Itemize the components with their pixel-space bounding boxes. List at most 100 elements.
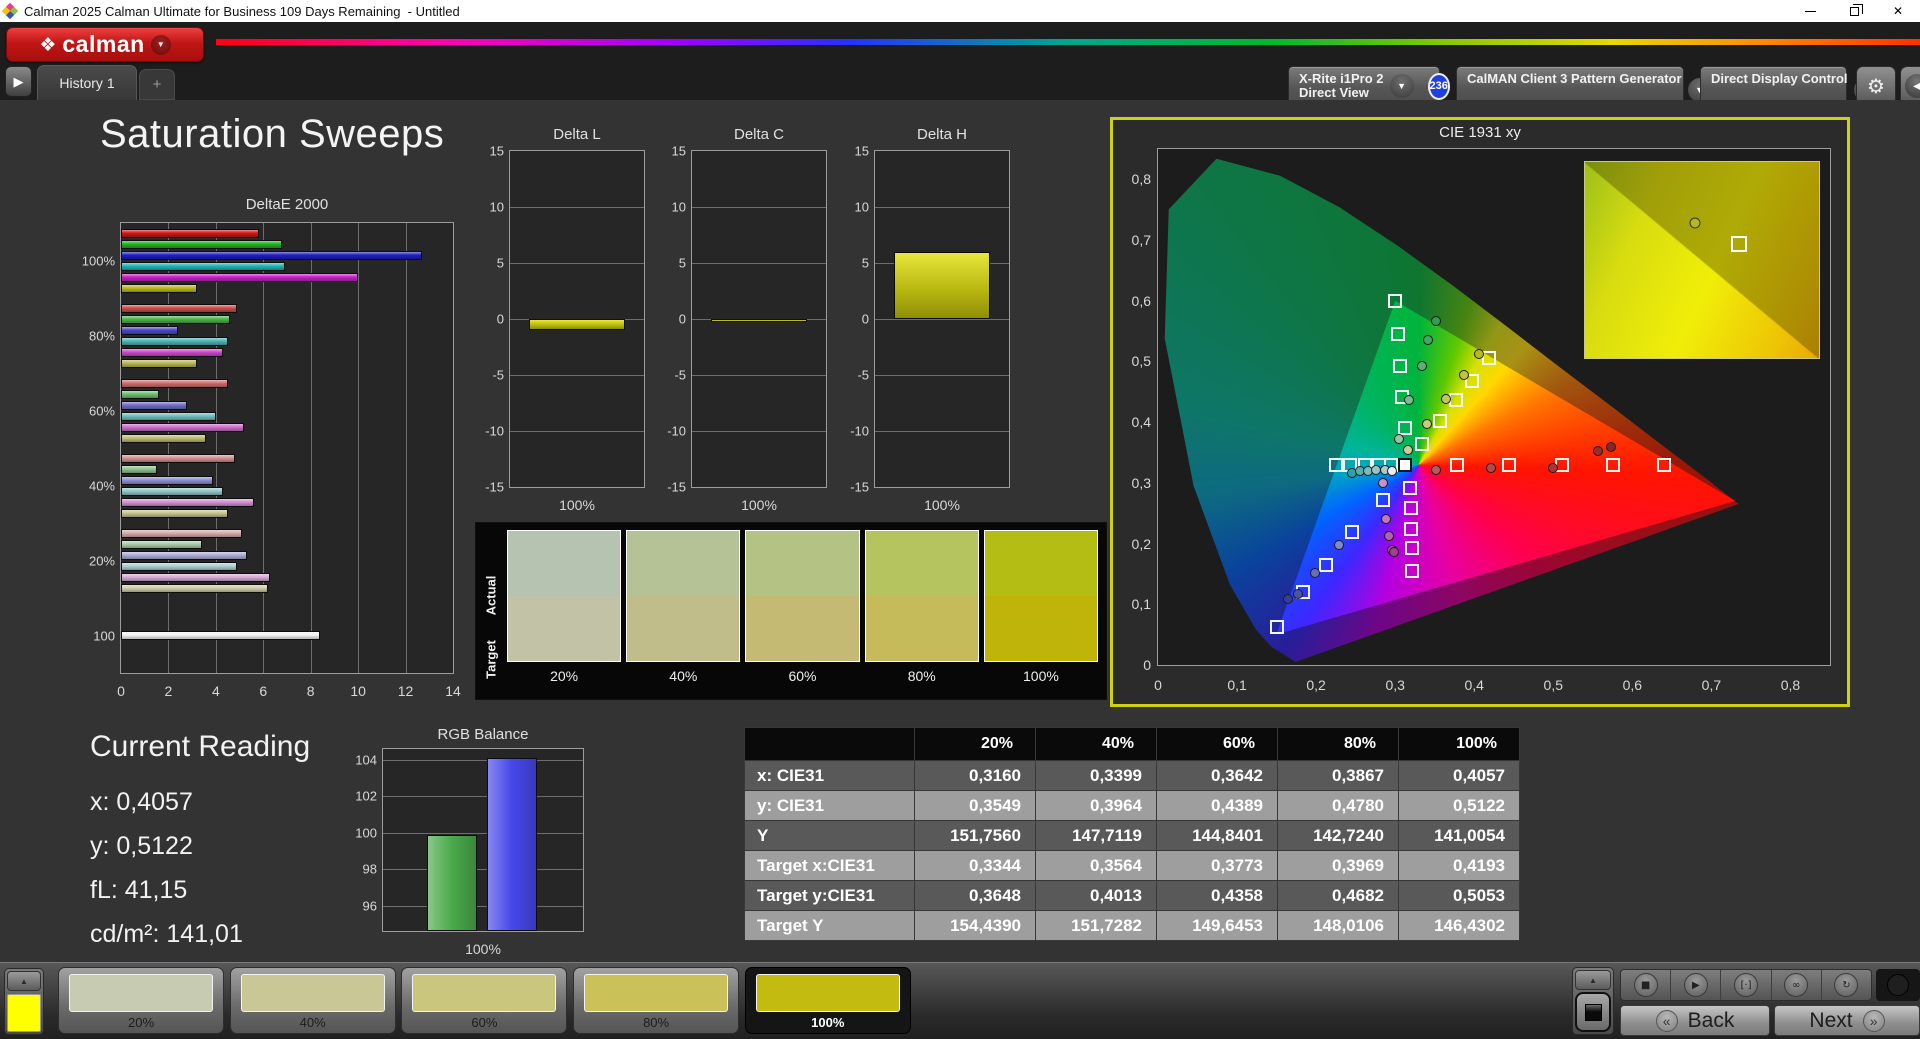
cie-plot: 0 0,1 0,2 0,3 0,4 0,5 0,6 0,7 0,8 0 0,1 0,2 0,3 0,4 0,… <box>1132 148 1831 693</box>
meter-count-badge[interactable]: 236 <box>1427 72 1450 100</box>
bar-group: 20% <box>89 523 453 598</box>
swatch-pair <box>983 530 1099 662</box>
table-row: Y 151,7560 147,7119 144,8401 142,7240 141,005… <box>744 820 1520 851</box>
row-label: Target y:CIE31 <box>744 880 915 911</box>
current-reading-value: x: 0,4057 <box>90 788 193 816</box>
blue-target-marker <box>1319 558 1334 573</box>
loop-button[interactable]: ↻ <box>1834 973 1859 997</box>
minimize-icon <box>1804 10 1816 12</box>
swatch-column: 60% <box>745 530 860 697</box>
table-row: x: CIE31 0,3160 0,3399 0,3642 0,3867 0,4057 <box>744 760 1520 791</box>
bar <box>121 250 423 260</box>
table-cell: 151,7560 <box>914 820 1036 851</box>
actual-target-swatch-panel: Actual Target 20% 40% 60% 80% 100% <box>475 522 1107 700</box>
pattern-window-button[interactable] <box>1575 992 1611 1032</box>
add-tab-button[interactable]: + <box>139 69 175 100</box>
table-row: Target x:CIE31 0,3344 0,3564 0,3773 0,3969 0,… <box>744 850 1520 881</box>
swatch-pair <box>745 530 860 662</box>
close-button[interactable]: ✕ <box>1876 0 1920 22</box>
gear-icon: ⚙ <box>1867 74 1885 98</box>
pattern-swatch <box>584 974 729 1012</box>
continuous-button[interactable]: ∞ <box>1784 973 1809 997</box>
bar <box>121 358 197 368</box>
rgb-balance-title: RGB Balance <box>437 726 529 743</box>
axis-tick-label: 2 <box>164 683 173 699</box>
chevron-down-icon: ▼ <box>1389 74 1414 98</box>
pattern-button-80%[interactable]: 80% <box>573 967 740 1034</box>
actual-swatch <box>984 531 1098 596</box>
swatch-column: 100% <box>983 530 1099 697</box>
blue-target-marker <box>1376 492 1391 507</box>
expand-reference-button[interactable]: ▲ <box>7 971 41 991</box>
table-cell: 0,3867 <box>1277 760 1399 791</box>
stop-button[interactable]: ■ <box>1633 973 1658 997</box>
row-label: x: CIE31 <box>744 760 915 791</box>
yellow-measurement-dot <box>1458 369 1469 380</box>
table-cell: 0,4358 <box>1156 880 1278 911</box>
axis-tick-label: 12 <box>397 683 414 699</box>
delta-h-plot: 15 10 5 0 -5 -10 -15 100% <box>850 144 1010 513</box>
cie-1931-panel[interactable]: CIE 1931 xy 0 0,1 0,2 0,3 0,4 0,5 0,6 0,7 0,8 0 0,… <box>1110 117 1850 707</box>
axis-tick-label: 0 <box>1154 677 1162 693</box>
red-target-marker <box>1606 457 1621 472</box>
swatch-label: 80% <box>907 668 936 684</box>
next-button[interactable]: Next » <box>1774 1005 1920 1036</box>
bar <box>121 528 242 538</box>
measure-button[interactable]: [·] <box>1734 973 1758 997</box>
spectrum-strip <box>216 39 1920 45</box>
display-control-label: Direct Display Control <box>1711 71 1848 86</box>
stop-icon: ■ <box>1640 979 1651 991</box>
magenta-measurement-dot <box>1380 513 1391 524</box>
magenta-target-marker <box>1404 541 1419 556</box>
yellow-measurement-dot <box>1440 393 1451 404</box>
pattern-label: 100% <box>811 1015 845 1030</box>
red-measurement-dot <box>1431 465 1442 476</box>
pattern-button-40%[interactable]: 40% <box>229 967 396 1034</box>
play-button[interactable]: ▶ <box>1683 973 1708 997</box>
pattern-button-100%[interactable]: 100% <box>744 967 911 1034</box>
expand-pattern-options-button[interactable]: ▲ <box>1575 970 1611 990</box>
pattern-swatch <box>412 974 557 1012</box>
pattern-button-60%[interactable]: 60% <box>401 967 568 1034</box>
pattern-button-20%[interactable]: 20% <box>58 967 224 1034</box>
calman-menu-button[interactable]: ❖ calman ▼ <box>6 27 204 62</box>
blue-target-marker <box>1269 620 1284 635</box>
table-cell: 0,3964 <box>1035 790 1157 821</box>
yellow-target-marker <box>1482 351 1497 366</box>
pattern-bar: ▲ 20% 40% 60% 80% 100% ▲ ■ ▶ [·] ∞ ↻ « Back Next… <box>0 962 1920 1039</box>
green-measurement-dot <box>1417 361 1428 372</box>
tab-scroll-button[interactable]: ▶ <box>5 66 32 97</box>
axis-tick-label: 0 <box>678 311 686 327</box>
window-title: Calman 2025 Calman Ultimate for Business… <box>24 3 460 19</box>
axis-category-label: 100% <box>465 941 501 957</box>
next-label: Next <box>1809 1008 1853 1032</box>
measurement-controls: ■ ▶ [·] ∞ ↻ <box>1620 969 1872 1001</box>
table-cell: 0,4013 <box>1035 880 1157 911</box>
green-measurement-dot <box>1394 434 1405 445</box>
axis-tick-label: 4 <box>211 683 220 699</box>
deltae-chart: DeltaE 2000 0 2 4 6 8 10 12 14 100% 80% 60% 40% 20% 1… <box>70 196 466 720</box>
magenta-measurement-dot <box>1383 531 1394 542</box>
tab-history-1[interactable]: History 1 <box>37 65 137 100</box>
axis-tick-label: 14 <box>445 683 461 699</box>
axis-tick-label: 0,4 <box>1131 414 1151 431</box>
row-label: Y <box>744 820 915 851</box>
bar <box>121 583 269 593</box>
table-cell: 0,3160 <box>914 760 1036 791</box>
green-measurement-dot <box>1404 394 1415 405</box>
restore-button[interactable] <box>1832 0 1876 22</box>
media-cell: [·] <box>1721 970 1772 1000</box>
loop-icon: ↻ <box>1842 979 1851 991</box>
table-cell: 0,4682 <box>1277 880 1399 911</box>
pattern-label: 80% <box>643 1015 670 1030</box>
current-reading-value: cd/m²: 141,01 <box>90 920 243 948</box>
axis-tick-label: 100% <box>81 253 115 268</box>
continuous-icon: ∞ <box>1792 979 1801 991</box>
back-button[interactable]: « Back <box>1620 1005 1770 1036</box>
blue-target-marker <box>1344 525 1359 540</box>
magenta-target-marker <box>1403 501 1418 516</box>
bar <box>121 572 271 582</box>
minimize-button[interactable] <box>1788 0 1832 22</box>
actual-label: Actual <box>483 575 499 616</box>
reference-color-swatch[interactable] <box>7 994 41 1032</box>
